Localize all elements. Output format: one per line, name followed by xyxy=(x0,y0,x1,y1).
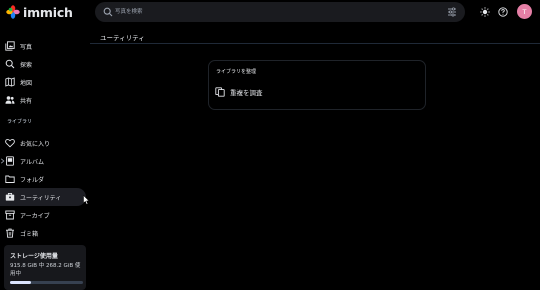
main-content: ユーティリティ ライブラリを整理 重複を調査 xyxy=(90,28,540,290)
toolbox-icon xyxy=(5,192,15,201)
help-button[interactable] xyxy=(496,5,510,19)
sidebar-item-label: ユーティリティ xyxy=(20,195,62,202)
search-bar[interactable] xyxy=(95,2,465,22)
sidebar-item-label: フォルダ xyxy=(20,177,45,184)
sidebar-item-label: アルバム xyxy=(20,159,44,166)
sidebar-item-archive[interactable]: アーカイブ xyxy=(0,206,86,224)
storage-progress-fill xyxy=(10,281,32,284)
storage-title: ストレージ使用量 xyxy=(10,253,58,260)
sun-icon xyxy=(480,7,490,17)
sidebar-item-photos[interactable]: 写真 xyxy=(0,37,86,55)
immich-logo-icon xyxy=(6,5,20,19)
archive-icon xyxy=(5,210,15,220)
sidebar-item-label: 写真 xyxy=(20,44,33,51)
sidebar-item-explore[interactable]: 探索 xyxy=(0,55,86,73)
user-avatar[interactable]: T xyxy=(517,4,532,19)
theme-toggle-button[interactable] xyxy=(478,5,492,19)
review-duplicates-label: 重複を調査 xyxy=(230,89,263,97)
sharing-icon xyxy=(5,96,15,104)
trash-icon xyxy=(6,228,14,238)
photos-icon xyxy=(5,41,15,51)
sidebar-item-favorites[interactable]: お気に入り xyxy=(0,134,86,152)
page-header: ユーティリティ xyxy=(90,28,540,44)
sidebar-item-label: 地図 xyxy=(20,80,33,87)
page-title: ユーティリティ xyxy=(100,34,145,42)
search-icon xyxy=(103,7,113,17)
sidebar-item-sharing[interactable]: 共有 xyxy=(0,91,86,109)
sidebar-item-albums[interactable]: アルバム xyxy=(0,152,86,170)
review-duplicates-link[interactable]: 重複を調査 xyxy=(215,85,263,99)
mouse-cursor-icon xyxy=(83,195,90,205)
sidebar-item-label: アーカイブ xyxy=(20,213,50,220)
storage-progress-bar xyxy=(10,281,83,284)
top-bar: immich 写真を検索 T xyxy=(0,0,540,24)
album-icon xyxy=(6,156,14,166)
sidebar-item-label: お気に入り xyxy=(20,141,51,148)
map-icon xyxy=(5,77,15,87)
search-input[interactable] xyxy=(115,2,435,22)
storage-usage-text: 915.8 GiB 中 268.2 GiB 使用中 xyxy=(10,263,81,277)
folder-icon xyxy=(5,175,15,183)
sidebar-item-trash[interactable]: ゴミ箱 xyxy=(0,224,86,242)
duplicate-icon xyxy=(215,87,225,97)
help-icon xyxy=(498,7,508,17)
library-section-label: ライブラリ xyxy=(7,119,33,125)
sidebar-item-label: 共有 xyxy=(20,98,33,105)
app-name: immich xyxy=(23,4,73,20)
app-logo[interactable]: immich xyxy=(6,4,73,20)
sidebar-item-label: ゴミ箱 xyxy=(20,231,39,238)
card-title: ライブラリを整理 xyxy=(216,69,257,75)
storage-usage-card: ストレージ使用量 915.8 GiB 中 268.2 GiB 使用中 xyxy=(4,245,86,290)
heart-icon xyxy=(5,138,15,148)
sidebar-item-utilities[interactable]: ユーティリティ xyxy=(0,188,86,206)
filter-icon[interactable] xyxy=(447,7,457,17)
organize-library-card: ライブラリを整理 重複を調査 xyxy=(208,60,426,110)
sidebar-item-folders[interactable]: フォルダ xyxy=(0,170,86,188)
sidebar-item-map[interactable]: 地図 xyxy=(0,73,86,91)
sidebar-item-label: 探索 xyxy=(20,62,33,69)
explore-icon xyxy=(5,59,15,69)
